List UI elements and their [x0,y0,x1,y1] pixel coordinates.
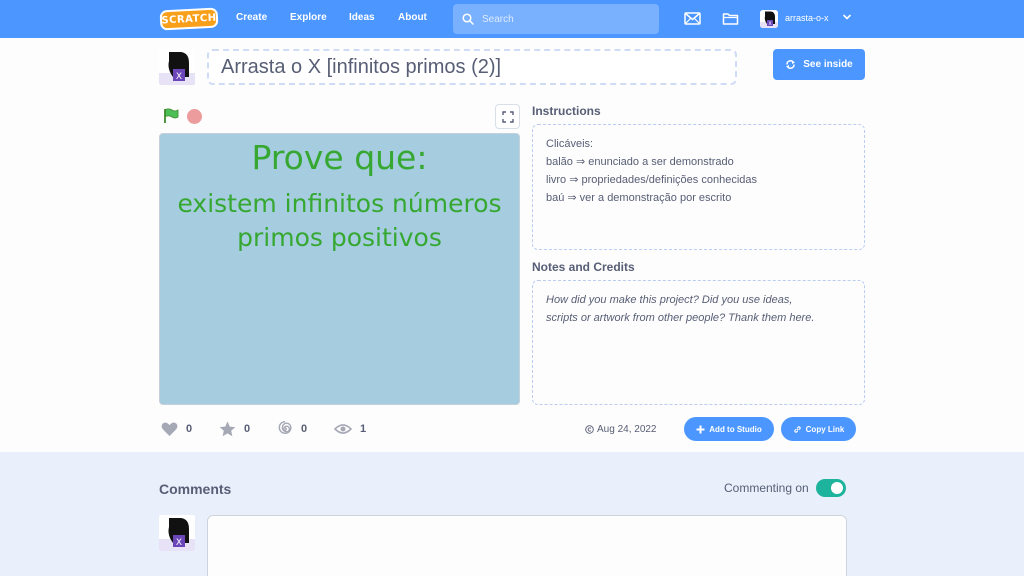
nav-about-link[interactable]: About [398,12,427,23]
search-bar [453,4,659,34]
search-input[interactable] [482,10,652,28]
stage-title-text: Prove que: [251,138,428,177]
avatar-image: X [159,515,195,551]
favorite-stat[interactable]: 0 [219,421,250,437]
instructions-line: Clicáveis: [546,138,594,150]
instructions-line: livro ⇒ propriedades/definições conhecid… [546,174,758,186]
instructions-textarea[interactable]: Clicáveis: balão ⇒ enunciado a ser demon… [532,124,865,250]
project-stage[interactable]: Prove que: existem infinitos números pri… [159,133,520,405]
stage-body-line-1: existem infinitos números [177,189,502,218]
notes-credits-heading: Notes and Credits [532,260,635,274]
fullscreen-button[interactable] [495,104,520,129]
instructions-heading: Instructions [532,104,601,118]
fullscreen-icon [501,110,514,123]
nav-create-link[interactable]: Create [236,12,267,23]
copy-link-button[interactable]: Copy Link [781,417,856,441]
remix-arrows-icon [786,60,796,69]
comment-input[interactable] [207,515,847,576]
comments-heading: Comments [159,481,232,497]
instructions-line: balão ⇒ enunciado a ser demonstrado [546,156,734,168]
nav-ideas-link[interactable]: Ideas [349,12,375,23]
svg-text:X: X [176,538,182,548]
chevron-down-icon[interactable] [842,12,852,22]
messages-icon[interactable] [684,10,701,27]
plus-icon [696,425,705,433]
project-author-avatar[interactable]: X [159,49,195,85]
project-title-input[interactable]: Arrasta o X [infinitos primos (2)] [207,49,737,85]
remix-spiral-icon [278,421,292,434]
eye-icon [334,424,352,434]
commenting-toggle-label: Commenting on [724,481,809,495]
nav-explore-link[interactable]: Explore [290,12,327,23]
notes-placeholder-line-1: How did you make this project? Did you u… [546,294,793,306]
top-nav-bar: SCRATCH Create Explore Ideas About X arr… [0,0,1024,38]
notes-placeholder-line-2: scripts or artwork from other people? Th… [546,312,815,324]
add-to-studio-button[interactable]: Add to Studio [684,417,774,441]
my-stuff-folder-icon[interactable] [722,10,739,27]
project-date-text: Aug 24, 2022 [597,424,657,435]
stage-body-line-2: primos positivos [237,223,442,252]
views-stat: 1 [334,421,366,437]
love-stat[interactable]: 0 [161,421,192,437]
username-label[interactable]: arrasta-o-x [785,13,829,23]
love-count: 0 [186,423,193,435]
green-flag-icon[interactable] [163,108,179,124]
link-icon [793,425,801,433]
toggle-knob [831,482,843,494]
avatar-image: X [760,10,778,28]
see-inside-button[interactable]: See inside [773,49,865,80]
star-icon [219,421,236,437]
instructions-line: baú ⇒ ver a demonstração por escrito [546,192,732,204]
stage-body-text: existem infinitos números primos positiv… [160,187,519,255]
favorite-count: 0 [244,423,251,435]
svg-text:X: X [176,72,182,82]
user-avatar[interactable]: X [760,10,778,28]
heart-icon [161,422,178,436]
remix-count: 0 [301,423,308,435]
add-to-studio-label: Add to Studio [709,424,762,434]
stop-button[interactable] [187,109,202,124]
commenter-avatar[interactable]: X [159,515,195,551]
project-date: Aug 24, 2022 [585,424,657,435]
copy-link-label: Copy Link [805,424,845,434]
avatar-image: X [159,49,195,85]
search-icon [462,13,474,25]
notes-credits-textarea[interactable]: How did you make this project? Did you u… [532,280,865,405]
scratch-logo[interactable]: SCRATCH [159,7,219,31]
see-inside-label: See inside [803,59,853,70]
svg-text:X: X [768,21,771,27]
remix-stat: 0 [277,421,307,437]
views-count: 1 [360,423,367,435]
copyright-icon [585,425,594,434]
commenting-toggle[interactable] [816,479,846,497]
